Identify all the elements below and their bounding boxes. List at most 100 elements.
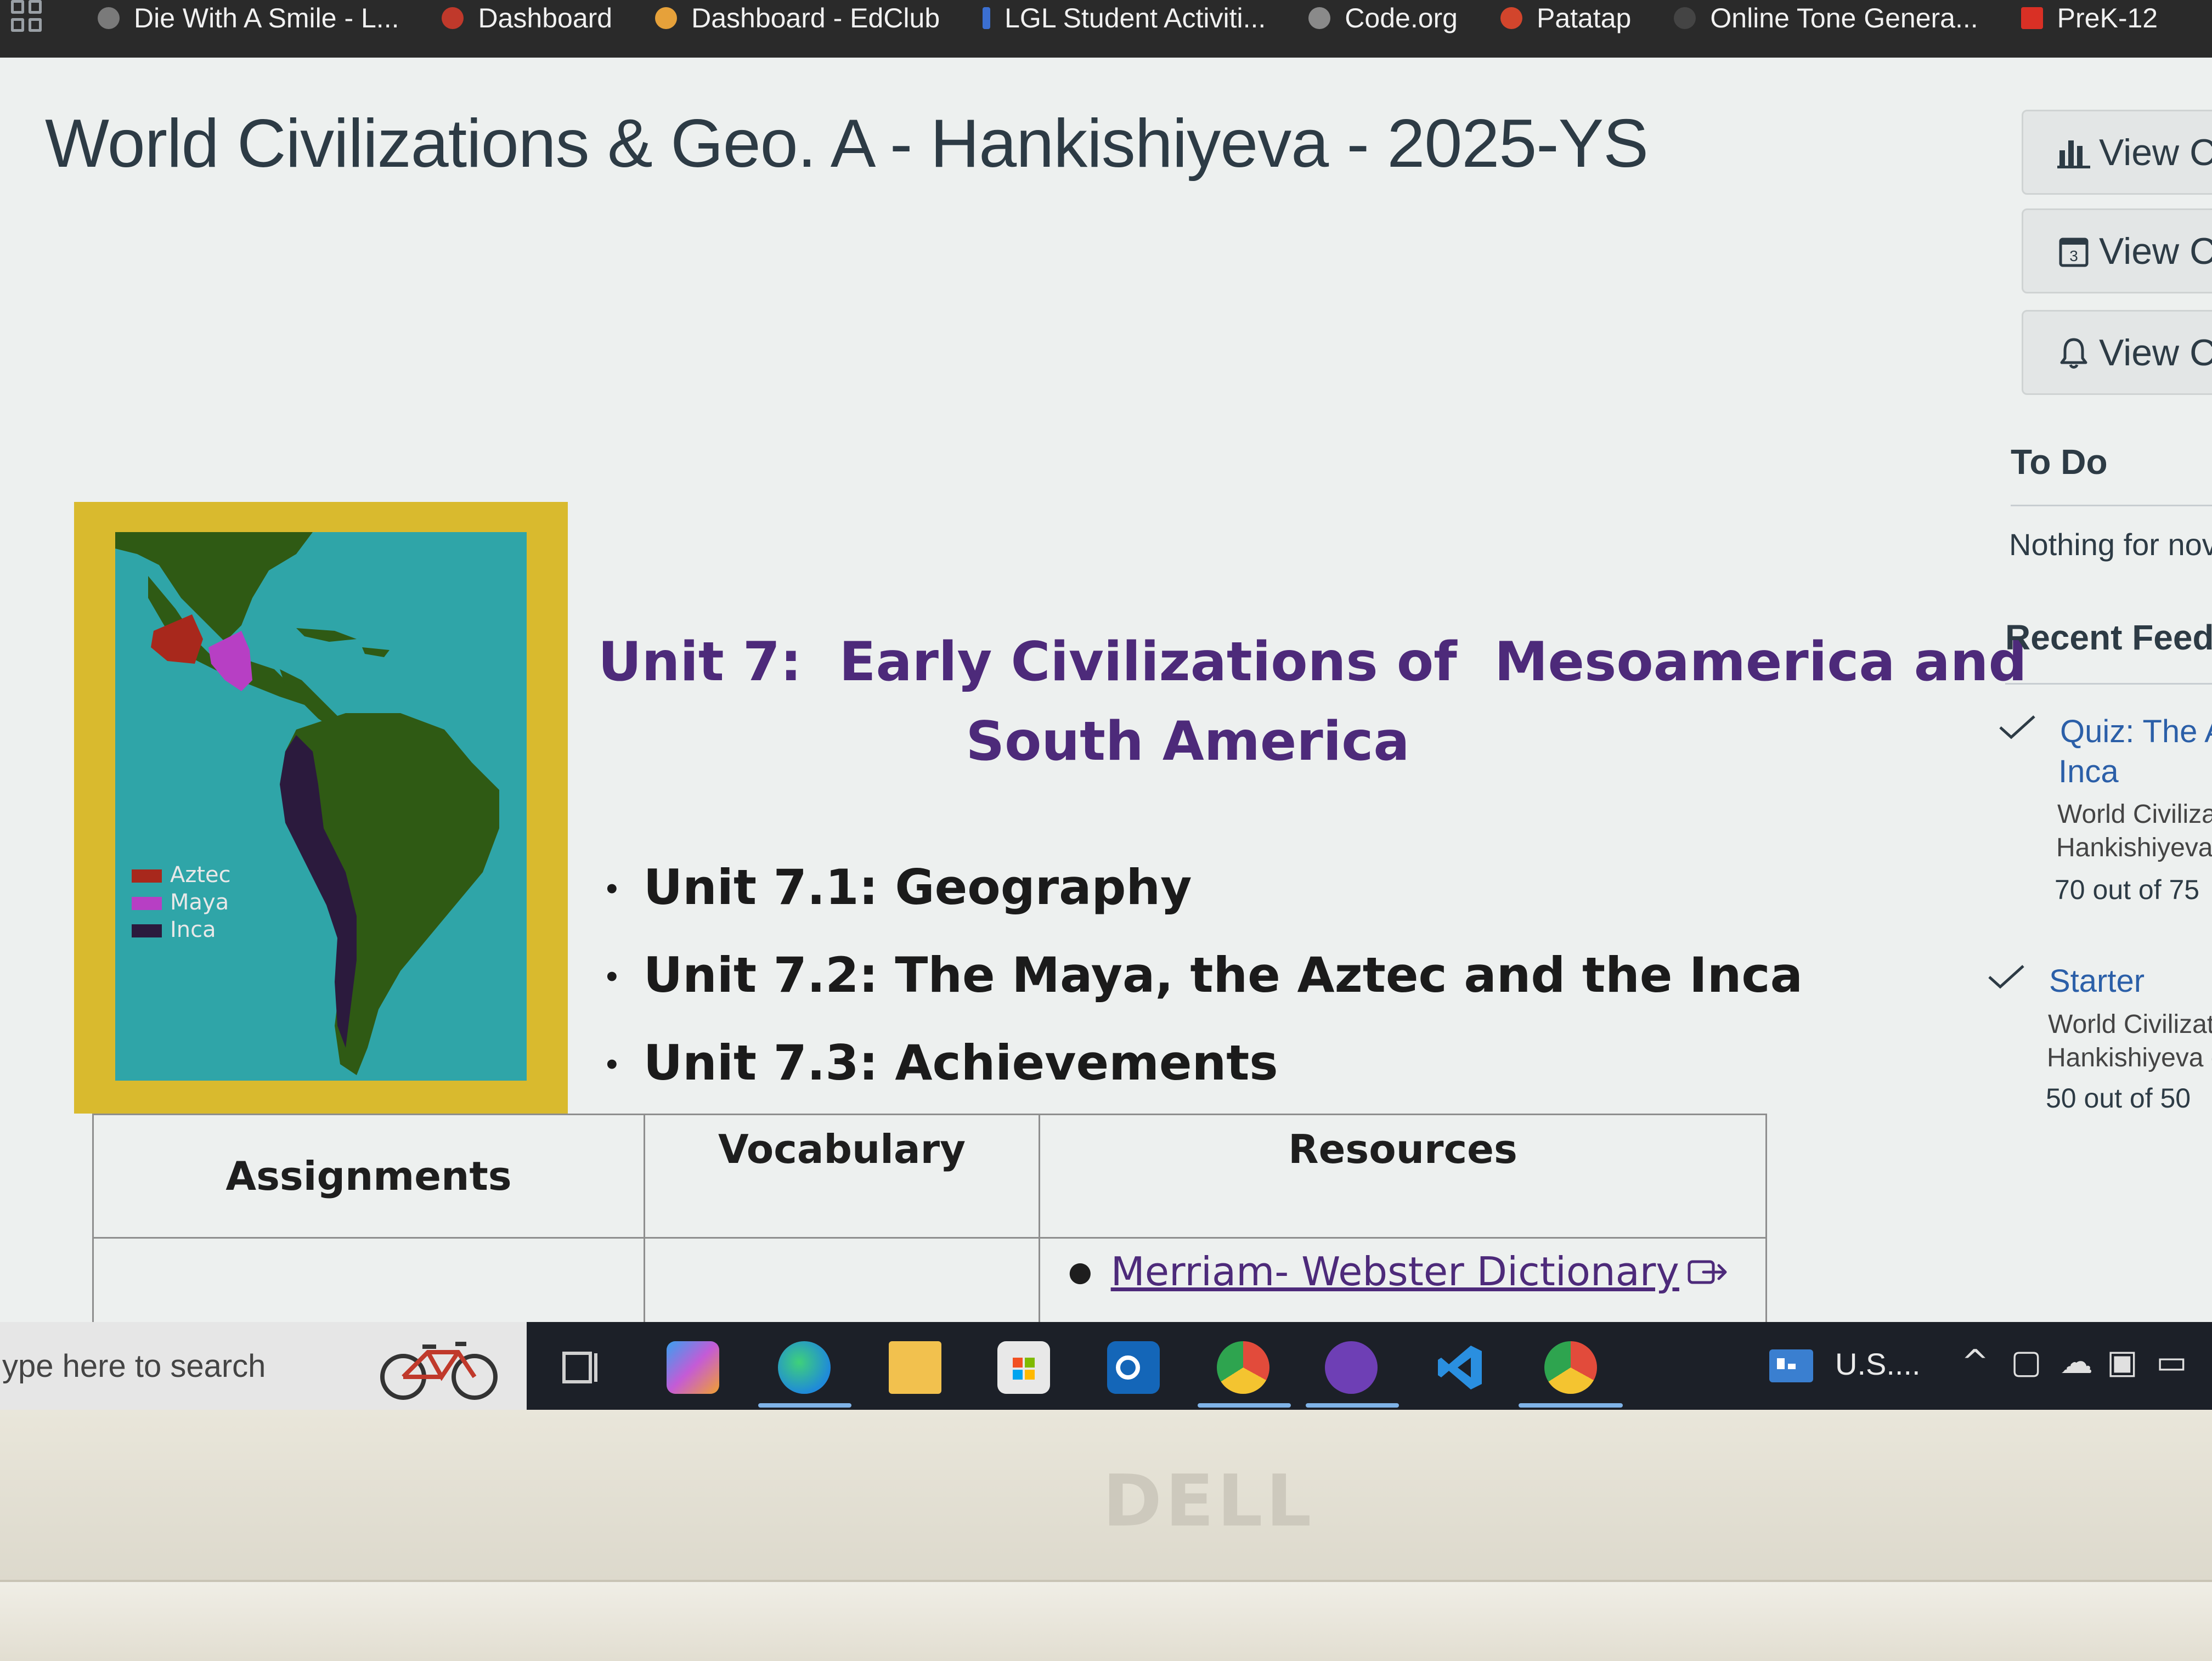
feedback-score: 50 out of 50 bbox=[2046, 1083, 2191, 1114]
bookmark-favicon-icon bbox=[1500, 7, 1522, 29]
external-link-icon bbox=[1688, 1260, 1727, 1284]
bookmark-lgl-student-activities[interactable]: LGL Student Activiti... bbox=[983, 2, 1266, 34]
screen-icon[interactable]: ▣ bbox=[2107, 1343, 2138, 1381]
bookmark-label: Dashboard bbox=[478, 2, 613, 33]
checkmark-icon bbox=[1999, 715, 2035, 739]
cloud-icon[interactable]: ☁ bbox=[2060, 1343, 2093, 1381]
todo-heading: To Do bbox=[2011, 442, 2108, 482]
bookmark-label: Online Tone Genera... bbox=[1710, 2, 1978, 33]
bookmark-die-with-a-smile[interactable]: Die With A Smile - L... bbox=[98, 2, 399, 34]
bookmark-favicon-icon bbox=[1674, 7, 1696, 29]
github-desktop-icon[interactable] bbox=[1325, 1341, 1378, 1394]
feedback-course-name: World Civiliza bbox=[2057, 800, 2212, 829]
bookmark-label: LGL Student Activiti... bbox=[1005, 2, 1266, 33]
column-resources: Resources bbox=[1039, 1114, 1767, 1239]
calendar-icon: 3 bbox=[2059, 238, 2089, 267]
bookmark-online-tone-generator[interactable]: Online Tone Genera... bbox=[1674, 2, 1978, 34]
button-label: View Co bbox=[2099, 331, 2212, 374]
taskbar-search-box[interactable]: ype here to search bbox=[0, 1322, 527, 1410]
vocabulary-cell bbox=[644, 1237, 1040, 1326]
bookmark-prek-12[interactable]: PreK-12 bbox=[2021, 2, 2158, 34]
course-title: World Civilizations & Geo. A - Hankishiy… bbox=[45, 106, 1649, 182]
unit-heading: Unit 7: Early Civilizations of Mesoameri… bbox=[598, 623, 2027, 782]
active-indicator bbox=[1519, 1403, 1623, 1408]
feedback-quiz-link-line2[interactable]: Inca bbox=[2058, 753, 2119, 790]
file-explorer-icon[interactable] bbox=[889, 1341, 941, 1394]
column-vocabulary: Vocabulary bbox=[644, 1114, 1040, 1239]
feedback-course-name-line2: Hankishiyeva - bbox=[2047, 1043, 2212, 1072]
map-illustration: Aztec Maya Inca bbox=[115, 532, 527, 1081]
vscode-icon[interactable] bbox=[1435, 1341, 1487, 1394]
widgets-icon[interactable] bbox=[1769, 1349, 1813, 1382]
todo-empty-message: Nothing for nov bbox=[2009, 527, 2212, 562]
mesoamerica-map-image: Aztec Maya Inca bbox=[74, 502, 568, 1114]
bezel-edge bbox=[0, 1580, 2212, 1661]
bookmark-label: PreK-12 bbox=[2057, 2, 2158, 33]
legend-inca: Inca bbox=[170, 917, 216, 942]
bookmark-favicon-icon bbox=[1308, 7, 1331, 29]
bar-chart-icon bbox=[2057, 140, 2090, 168]
view-course-stream-button[interactable]: View Co bbox=[2022, 110, 2212, 195]
bookmark-favicon-icon bbox=[655, 7, 678, 29]
feedback-starter-link[interactable]: Starter bbox=[2049, 963, 2145, 999]
copilot-icon[interactable] bbox=[667, 1341, 719, 1394]
windows-taskbar: ype here to search U.S.... ^ ▢ ☁ ▣ ▭ bbox=[0, 1322, 2212, 1410]
bookmark-code-org[interactable]: Code.org bbox=[1308, 2, 1458, 34]
bookmark-label: Die With A Smile - L... bbox=[134, 2, 399, 33]
calendar-day: 3 bbox=[2069, 247, 2078, 264]
feedback-course-name: World Civilizat bbox=[2048, 1010, 2212, 1039]
feedback-course-name-line2: Hankishiyeva bbox=[2056, 833, 2212, 862]
bookmark-label: Code.org bbox=[1345, 2, 1458, 33]
bicycle-icon bbox=[380, 1342, 498, 1400]
feedback-quiz-link[interactable]: Quiz: The A bbox=[2060, 713, 2212, 750]
bookmark-edclub[interactable]: Dashboard - EdClub bbox=[655, 2, 940, 34]
active-indicator bbox=[1306, 1403, 1399, 1408]
view-course-notifications-button[interactable]: View Co bbox=[2022, 310, 2212, 395]
laptop-bezel: DELL bbox=[0, 1410, 2212, 1661]
bell-icon bbox=[2060, 338, 2087, 369]
divider bbox=[2005, 683, 2212, 685]
list-item: Unit 7.3: Achievements bbox=[603, 1023, 1803, 1111]
chrome-icon[interactable] bbox=[1544, 1341, 1597, 1394]
course-page: World Civilizations & Geo. A - Hankishiy… bbox=[0, 58, 2212, 1326]
column-assignments: Assignments bbox=[92, 1114, 645, 1239]
task-view-icon[interactable] bbox=[554, 1341, 607, 1394]
bookmark-favicon-icon bbox=[2021, 7, 2043, 29]
battery-icon[interactable]: ▭ bbox=[2156, 1343, 2187, 1381]
unit-heading-line1: Unit 7: Early Civilizations of Mesoameri… bbox=[598, 631, 2027, 693]
merriam-webster-link[interactable]: Merriam- Webster Dictionary bbox=[1111, 1248, 1679, 1295]
bookmark-patatap[interactable]: Patatap bbox=[1500, 2, 1631, 34]
outlook-icon[interactable] bbox=[1107, 1341, 1160, 1394]
apps-grid-icon[interactable] bbox=[11, 0, 43, 32]
meet-now-icon[interactable]: ▢ bbox=[2011, 1343, 2042, 1381]
bookmark-favicon-icon bbox=[98, 7, 120, 29]
unit-heading-line2: South America bbox=[966, 710, 1410, 773]
bookmark-dashboard[interactable]: Dashboard bbox=[442, 2, 612, 34]
bookmark-favicon-icon bbox=[983, 7, 991, 29]
legend-aztec: Aztec bbox=[170, 862, 231, 888]
recent-feedback-heading: Recent Feedb bbox=[2005, 618, 2212, 657]
assignments-cell bbox=[92, 1237, 645, 1326]
view-course-calendar-button[interactable]: 3 View Co bbox=[2022, 208, 2212, 293]
bookmark-favicon-icon bbox=[442, 7, 464, 29]
bullet: ● bbox=[1068, 1256, 1092, 1287]
edge-icon[interactable] bbox=[778, 1341, 831, 1394]
chrome-icon[interactable] bbox=[1217, 1341, 1269, 1394]
feedback-score: 70 out of 75 bbox=[2055, 874, 2200, 905]
button-label: View Co bbox=[2099, 230, 2212, 272]
chevron-up-icon[interactable]: ^ bbox=[1961, 1343, 1989, 1381]
checkmark-icon bbox=[1988, 965, 2024, 989]
button-label: View Co bbox=[2099, 131, 2212, 173]
bookmark-label: Patatap bbox=[1537, 2, 1632, 33]
list-item: Unit 7.2: The Maya, the Aztec and the In… bbox=[603, 935, 1803, 1023]
table-row: ● Merriam- Webster Dictionary bbox=[92, 1237, 1767, 1326]
dell-logo: DELL bbox=[1103, 1459, 1315, 1543]
search-placeholder: ype here to search bbox=[2, 1348, 266, 1384]
unit-topics-list: Unit 7.1: Geography Unit 7.2: The Maya, … bbox=[603, 848, 1803, 1111]
microsoft-store-icon[interactable] bbox=[997, 1341, 1050, 1394]
bookmark-label: Dashboard - EdClub bbox=[691, 2, 940, 33]
list-item: ● Merriam- Webster Dictionary bbox=[1068, 1248, 1765, 1295]
divider bbox=[2011, 505, 2212, 506]
unit-content-table: Assignments Vocabulary Resources ● Merri… bbox=[92, 1114, 1767, 1326]
tray-language[interactable]: U.S.... bbox=[1835, 1346, 1921, 1382]
